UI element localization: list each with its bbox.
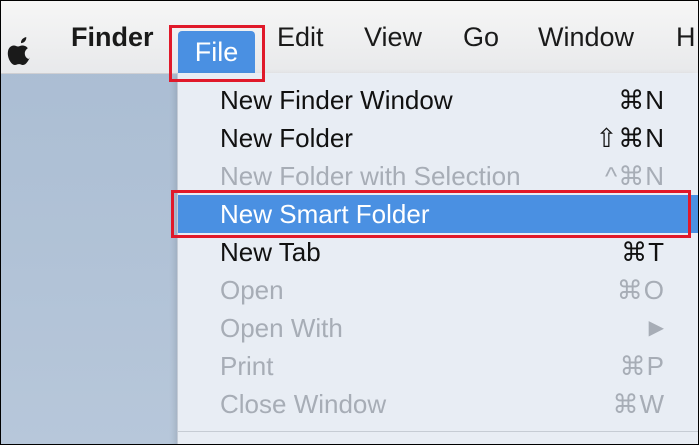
menu-item-label: Close Window: [220, 389, 387, 419]
menu-item-print: Print ⌘P: [178, 347, 698, 385]
menu-view[interactable]: View: [364, 1, 422, 73]
menu-help[interactable]: H: [676, 1, 696, 73]
menu-item-new-folder[interactable]: New Folder ⇧⌘N: [178, 119, 698, 157]
menu-item-shortcut: ⌘O: [616, 275, 665, 305]
menu-edit[interactable]: Edit: [277, 1, 324, 73]
menu-window[interactable]: Window: [538, 1, 634, 73]
menu-item-close-window: Close Window ⌘W: [178, 385, 698, 423]
file-menu-dropdown: New Finder Window ⌘N New Folder ⇧⌘N New …: [177, 73, 698, 444]
menu-finder[interactable]: Finder: [71, 1, 154, 73]
menu-item-open: Open ⌘O: [178, 271, 698, 309]
menu-item-open-with: Open With ▶: [178, 309, 698, 347]
menu-separator: [178, 431, 698, 432]
menu-item-label: New Folder: [220, 123, 353, 153]
menu-item-label: New Tab: [220, 237, 321, 267]
screen: Finder File Edit View Go Window H New Fi…: [0, 0, 699, 445]
menu-item-label: Open With: [220, 313, 343, 343]
menu-item-shortcut: ⇧⌘N: [595, 123, 665, 153]
menu-item-new-tab[interactable]: New Tab ⌘T: [178, 233, 698, 271]
menu-item-shortcut: ^⌘N: [605, 161, 665, 191]
apple-logo-icon[interactable]: [7, 35, 33, 65]
menu-item-label: New Folder with Selection: [220, 161, 521, 191]
menu-item-new-folder-with-selection: New Folder with Selection ^⌘N: [178, 157, 698, 195]
menu-item-label: Open: [220, 275, 284, 305]
menu-item-new-smart-folder[interactable]: New Smart Folder: [178, 195, 698, 233]
menu-bar: Finder File Edit View Go Window H: [1, 1, 698, 74]
menu-item-new-finder-window[interactable]: New Finder Window ⌘N: [178, 81, 698, 119]
menu-item-shortcut: ⌘P: [619, 351, 665, 381]
menu-item-shortcut: ⌘N: [618, 85, 665, 115]
menu-item-shortcut: ⌘T: [621, 237, 665, 267]
menu-item-label: New Finder Window: [220, 85, 453, 115]
menu-item-shortcut: ⌘W: [612, 389, 665, 419]
menu-go[interactable]: Go: [463, 1, 499, 73]
submenu-arrow-icon: ▶: [648, 317, 665, 339]
menu-file[interactable]: File: [178, 31, 255, 73]
menu-item-label: New Smart Folder: [220, 199, 430, 229]
menu-item-label: Print: [220, 351, 274, 381]
